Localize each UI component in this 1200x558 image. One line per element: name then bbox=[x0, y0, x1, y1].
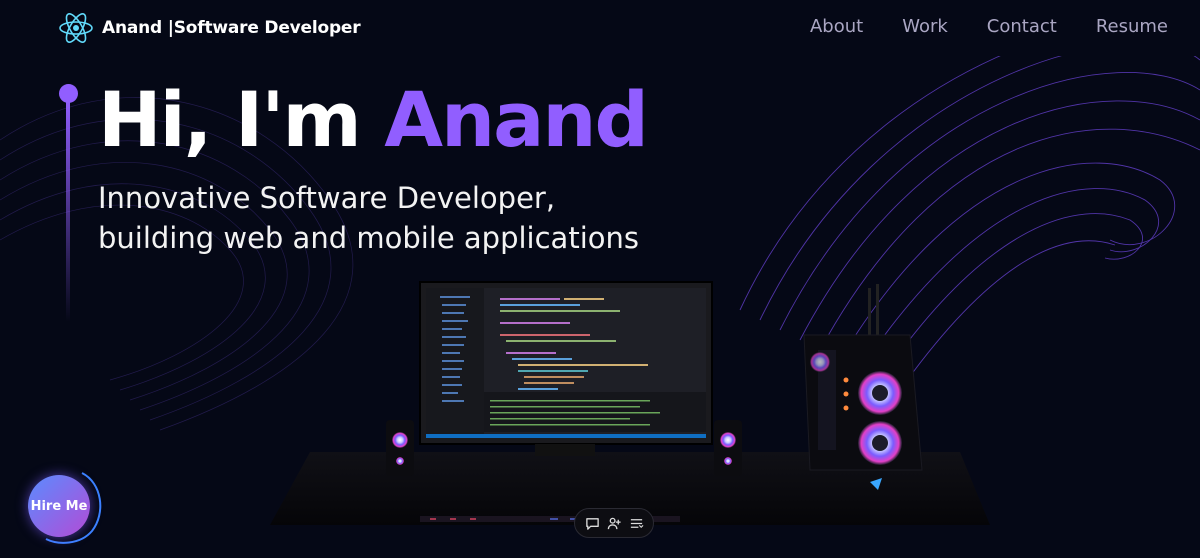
code-sidebar bbox=[426, 288, 484, 438]
accent-line bbox=[66, 100, 70, 322]
nav-links: About Work Contact Resume bbox=[810, 16, 1168, 37]
add-user-icon bbox=[607, 517, 621, 529]
nav-resume[interactable]: Resume bbox=[1096, 16, 1168, 37]
nav-work[interactable]: Work bbox=[902, 16, 948, 37]
chat-icon bbox=[585, 517, 599, 530]
nav-about[interactable]: About bbox=[810, 16, 863, 37]
bottom-action-dock bbox=[574, 508, 654, 538]
hero-heading: Hi, I'm Anand bbox=[98, 75, 649, 164]
brand-name: Anand |Software Developer bbox=[102, 18, 361, 38]
list-icon bbox=[630, 518, 643, 528]
nav-contact[interactable]: Contact bbox=[987, 16, 1057, 37]
chat-button[interactable] bbox=[582, 513, 602, 533]
hire-me-button[interactable]: Hire Me bbox=[28, 475, 90, 537]
desktop-setup-3d-scene[interactable] bbox=[270, 280, 990, 530]
brand-logo[interactable]: Anand |Software Developer bbox=[58, 10, 361, 46]
add-user-button[interactable] bbox=[604, 513, 624, 533]
subtitle-line-2: building web and mobile applications bbox=[98, 221, 639, 255]
hero-name: Anand bbox=[384, 75, 649, 164]
navbar: Anand |Software Developer About Work Con… bbox=[0, 0, 1200, 56]
subtitle-line-1: Innovative Software Developer, bbox=[98, 181, 556, 215]
hero-subtitle: Innovative Software Developer, building … bbox=[98, 178, 639, 258]
react-atom-icon bbox=[59, 13, 93, 43]
list-button[interactable] bbox=[626, 513, 646, 533]
